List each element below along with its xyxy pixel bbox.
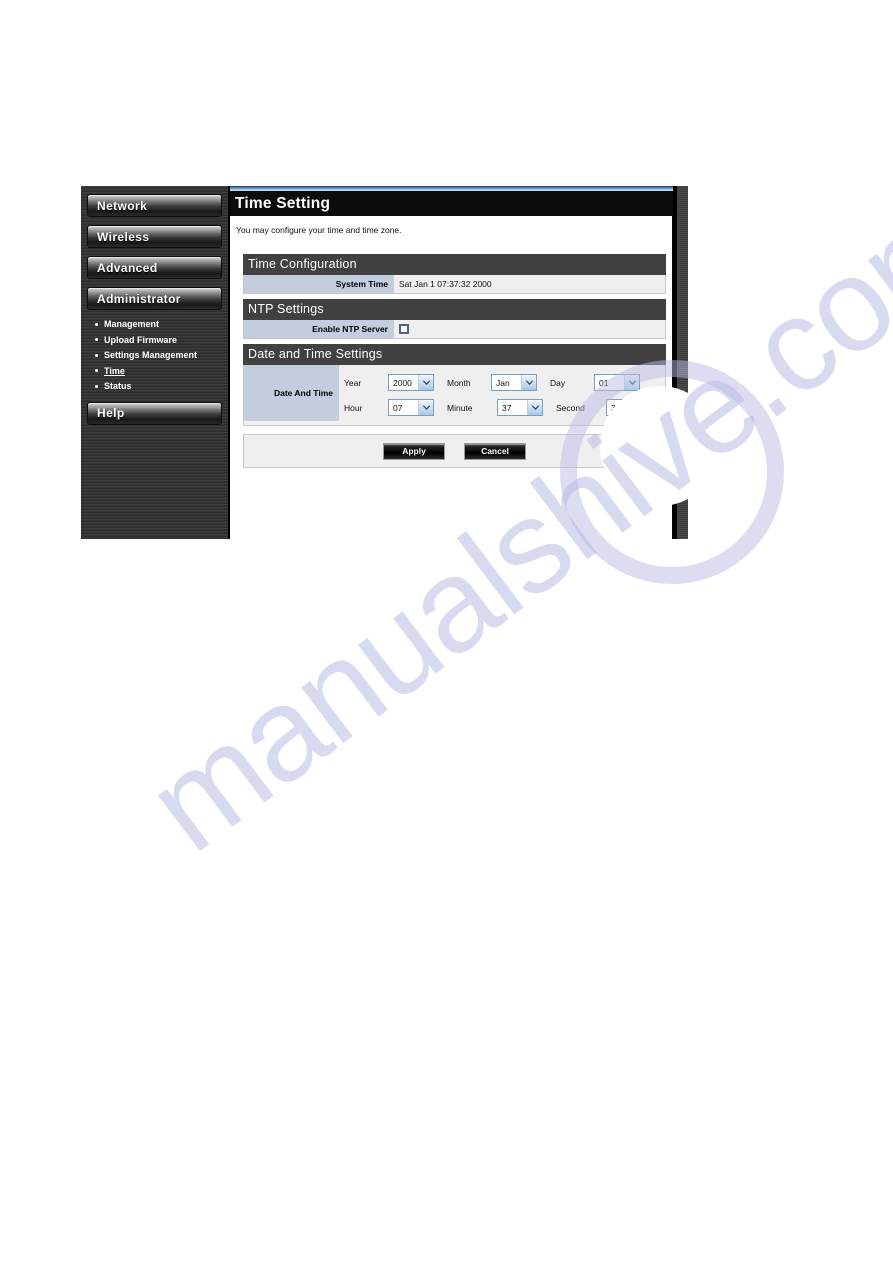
enable-ntp-server-checkbox[interactable] [399, 324, 409, 334]
router-admin-page: Network Wireless Advanced Administrator … [81, 186, 688, 539]
chevron-down-icon [624, 375, 639, 390]
nav-button-wireless[interactable]: Wireless [87, 225, 222, 248]
day-select-value: 01 [599, 377, 609, 388]
date-and-time-fields: Year 2000 Month Jan Day 01 Hour 07 Minut… [339, 365, 665, 425]
month-select-value: Jan [496, 377, 510, 388]
time-fields-line: Hour 07 Minute 37 Second 31 [344, 395, 665, 420]
row-enable-ntp-server: Enable NTP Server [243, 320, 666, 339]
nav-button-advanced-label: Advanced [97, 260, 158, 275]
second-caption: Second [556, 402, 585, 413]
chevron-down-icon [418, 400, 433, 415]
sidebar-item-upload-firmware-label: Upload Firmware [104, 334, 178, 345]
day-select[interactable]: 01 [594, 374, 640, 391]
form-button-bar: Apply Cancel [243, 434, 666, 468]
section-header-time-configuration: Time Configuration [243, 254, 666, 275]
system-time-label: System Time [244, 275, 394, 293]
chevron-down-icon [521, 375, 536, 390]
second-select-value: 31 [611, 402, 621, 413]
page-title: Time Setting [235, 194, 331, 212]
year-caption: Year [344, 377, 362, 388]
hour-caption: Hour [344, 402, 363, 413]
settings-panel: You may configure your time and time zon… [230, 216, 673, 539]
system-time-value: Sat Jan 1 07:37:32 2000 [399, 279, 492, 289]
nav-button-network-label: Network [97, 198, 148, 213]
date-and-time-label: Date And Time [244, 365, 339, 421]
row-date-and-time: Date And Time Year 2000 Month Jan Day 01… [243, 365, 666, 426]
scroll-gutter[interactable] [673, 186, 688, 539]
chevron-down-icon [418, 375, 433, 390]
month-caption: Month [447, 377, 471, 388]
section-header-ntp-settings: NTP Settings [243, 299, 666, 320]
sidebar: Network Wireless Advanced Administrator … [81, 186, 230, 539]
year-select-value: 2000 [393, 377, 412, 388]
hour-select-value: 07 [393, 402, 403, 413]
chevron-down-icon [636, 400, 651, 415]
minute-caption: Minute [447, 402, 473, 413]
hour-select[interactable]: 07 [388, 399, 434, 416]
sidebar-item-management[interactable]: Management [95, 318, 222, 331]
date-fields-line: Year 2000 Month Jan Day 01 [344, 370, 665, 395]
section-header-date-time-settings: Date and Time Settings [243, 344, 666, 365]
page-intro-text: You may configure your time and time zon… [236, 225, 402, 235]
settings-tables: Time Configuration System Time Sat Jan 1… [230, 235, 672, 468]
enable-ntp-server-label: Enable NTP Server [244, 320, 394, 338]
sidebar-item-settings-management-label: Settings Management [104, 350, 198, 360]
sidebar-item-status-label: Status [104, 381, 132, 391]
nav-button-advanced[interactable]: Advanced [87, 256, 222, 279]
sidebar-item-status[interactable]: Status [95, 380, 222, 393]
minute-select[interactable]: 37 [497, 399, 543, 416]
month-select[interactable]: Jan [491, 374, 537, 391]
sidebar-item-time-label: Time [104, 365, 125, 376]
day-caption: Day [550, 377, 566, 388]
nav-button-wireless-label: Wireless [97, 229, 150, 244]
minute-select-value: 37 [502, 402, 512, 413]
sidebar-item-time[interactable]: Time [95, 365, 222, 378]
sidebar-item-upload-firmware[interactable]: Upload Firmware [95, 334, 222, 347]
chevron-down-icon [527, 400, 542, 415]
apply-button[interactable]: Apply [383, 442, 445, 460]
help-button-label: Help [97, 406, 125, 420]
page-title-bar: Time Setting [230, 191, 688, 216]
cancel-button[interactable]: Cancel [464, 442, 526, 460]
nav-button-administrator[interactable]: Administrator [87, 287, 222, 310]
sidebar-item-management-label: Management [104, 319, 160, 329]
sidebar-item-settings-management[interactable]: Settings Management [95, 349, 222, 362]
year-select[interactable]: 2000 [388, 374, 434, 391]
content-area: Time Setting You may configure your time… [230, 186, 688, 539]
help-button[interactable]: Help [87, 401, 222, 425]
nav-button-network[interactable]: Network [87, 194, 222, 217]
enable-ntp-server-value [394, 320, 665, 338]
nav-button-administrator-label: Administrator [97, 291, 181, 306]
second-select[interactable]: 31 [606, 399, 652, 416]
row-system-time: System Time Sat Jan 1 07:37:32 2000 [243, 275, 666, 294]
sidebar-submenu: Management Upload Firmware Settings Mana… [87, 318, 222, 393]
